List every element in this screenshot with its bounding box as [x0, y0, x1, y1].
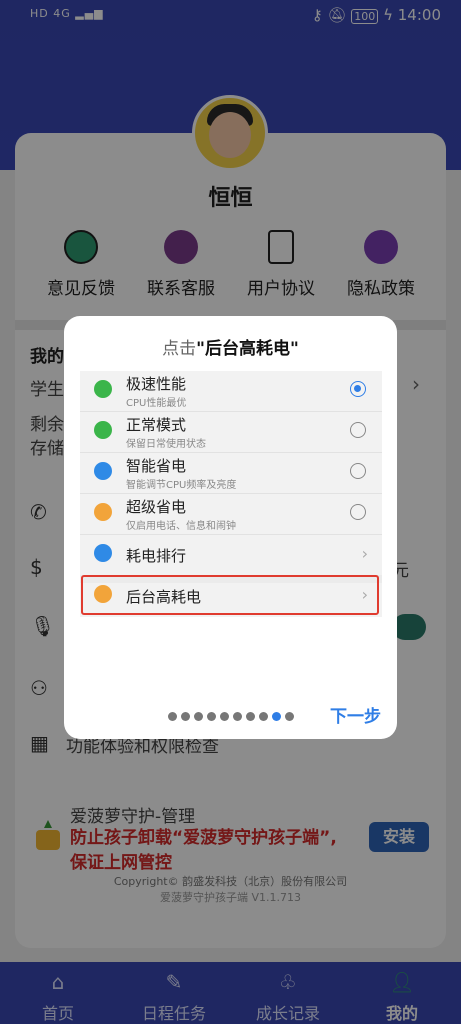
page-dot	[285, 712, 294, 721]
page-dot	[181, 712, 190, 721]
chevron-right-icon: ›	[361, 544, 368, 563]
radio-unselected[interactable]	[350, 504, 366, 520]
page-dot	[233, 712, 242, 721]
page-dot	[259, 712, 268, 721]
page-dot	[194, 712, 203, 721]
smart-battery-icon	[94, 462, 112, 480]
page-dot	[220, 712, 229, 721]
rocket-icon	[94, 380, 112, 398]
radio-unselected[interactable]	[350, 463, 366, 479]
guide-dialog: 点击"后台高耗电" 极速性能 CPU性能最优 正常模式 保留日常使用状态 智能省…	[64, 316, 397, 739]
radio-unselected[interactable]	[350, 422, 366, 438]
page-dot	[246, 712, 255, 721]
radio-selected[interactable]	[350, 381, 366, 397]
highlight-frame	[81, 575, 379, 615]
page-dot	[168, 712, 177, 721]
option-normal[interactable]: 正常模式 保留日常使用状态	[80, 412, 382, 453]
option-performance[interactable]: 极速性能 CPU性能最优	[80, 371, 382, 412]
normal-mode-icon	[94, 421, 112, 439]
next-step-button[interactable]: 下一步	[330, 702, 381, 727]
bar-chart-icon	[94, 544, 112, 562]
option-super-saving[interactable]: 超级省电 仅启用电话、信息和闹钟	[80, 494, 382, 535]
option-smart-saving[interactable]: 智能省电 智能调节CPU频率及亮度	[80, 453, 382, 494]
page-dot-active	[272, 712, 281, 721]
page-dot	[207, 712, 216, 721]
dialog-title: 点击"后台高耗电"	[162, 339, 299, 359]
super-battery-icon	[94, 503, 112, 521]
